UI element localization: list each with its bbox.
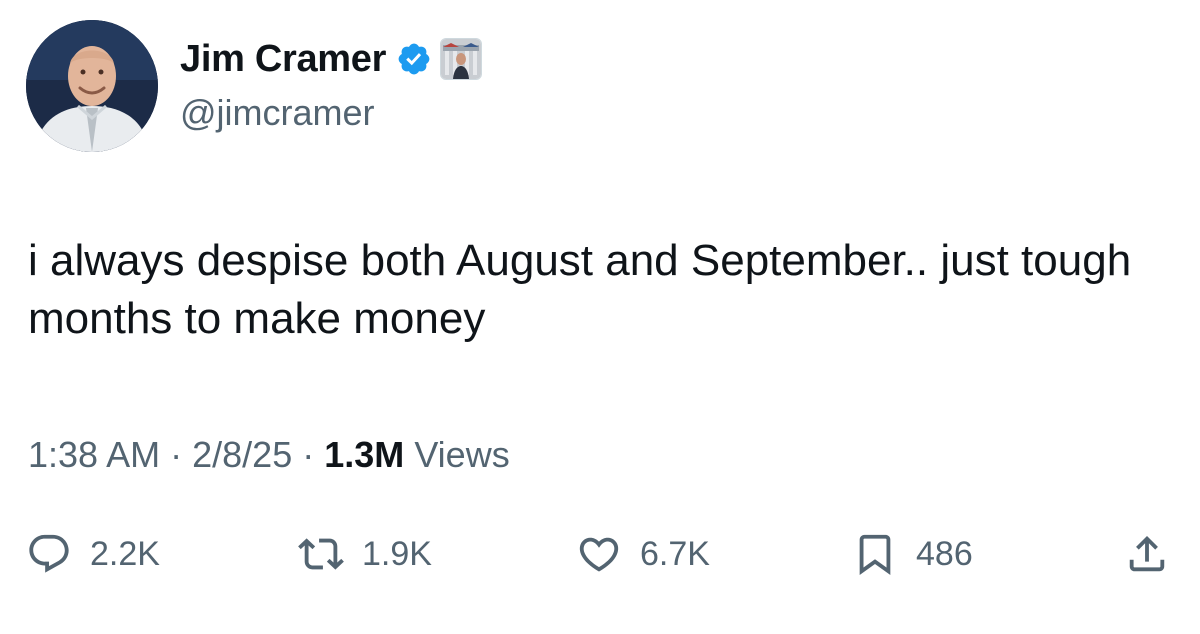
meta-separator: · (170, 434, 183, 475)
name-row: Jim Cramer (180, 34, 483, 84)
repost-icon (298, 538, 344, 570)
tweet-time[interactable]: 1:38 AM (28, 434, 160, 475)
tweet-text: i always despise both August and Septemb… (28, 236, 1132, 343)
like-button[interactable]: 6.7K (576, 528, 710, 580)
profile-photo (26, 20, 158, 152)
author-handle[interactable]: @jimcramer (180, 92, 375, 134)
meta-separator: · (302, 434, 315, 475)
like-count: 6.7K (640, 534, 710, 573)
reply-count: 2.2K (90, 534, 160, 573)
repost-count: 1.9K (362, 534, 432, 573)
views-count: 1.3M (324, 434, 405, 475)
views-label: Views (414, 434, 510, 475)
share-icon (1129, 535, 1165, 572)
bookmark-icon (859, 534, 891, 575)
tweet-date[interactable]: 2/8/25 (192, 434, 292, 475)
tweet-meta: 1:38 AM · 2/8/25 · 1.3M Views (28, 434, 510, 476)
bookmark-button[interactable]: 486 (852, 528, 973, 580)
action-bar: 2.2K 1.9K 6.7K 486 (26, 528, 1176, 580)
heart-icon (579, 537, 619, 572)
reply-icon (29, 534, 69, 573)
verified-badge-icon[interactable] (396, 41, 432, 77)
repost-button[interactable]: 1.9K (298, 528, 432, 580)
reply-button[interactable]: 2.2K (26, 528, 160, 580)
display-name[interactable]: Jim Cramer (180, 38, 386, 81)
affiliate-badge-icon[interactable] (440, 38, 483, 80)
bookmark-count: 486 (916, 534, 973, 573)
avatar[interactable] (26, 20, 158, 152)
share-button[interactable] (1124, 528, 1170, 580)
